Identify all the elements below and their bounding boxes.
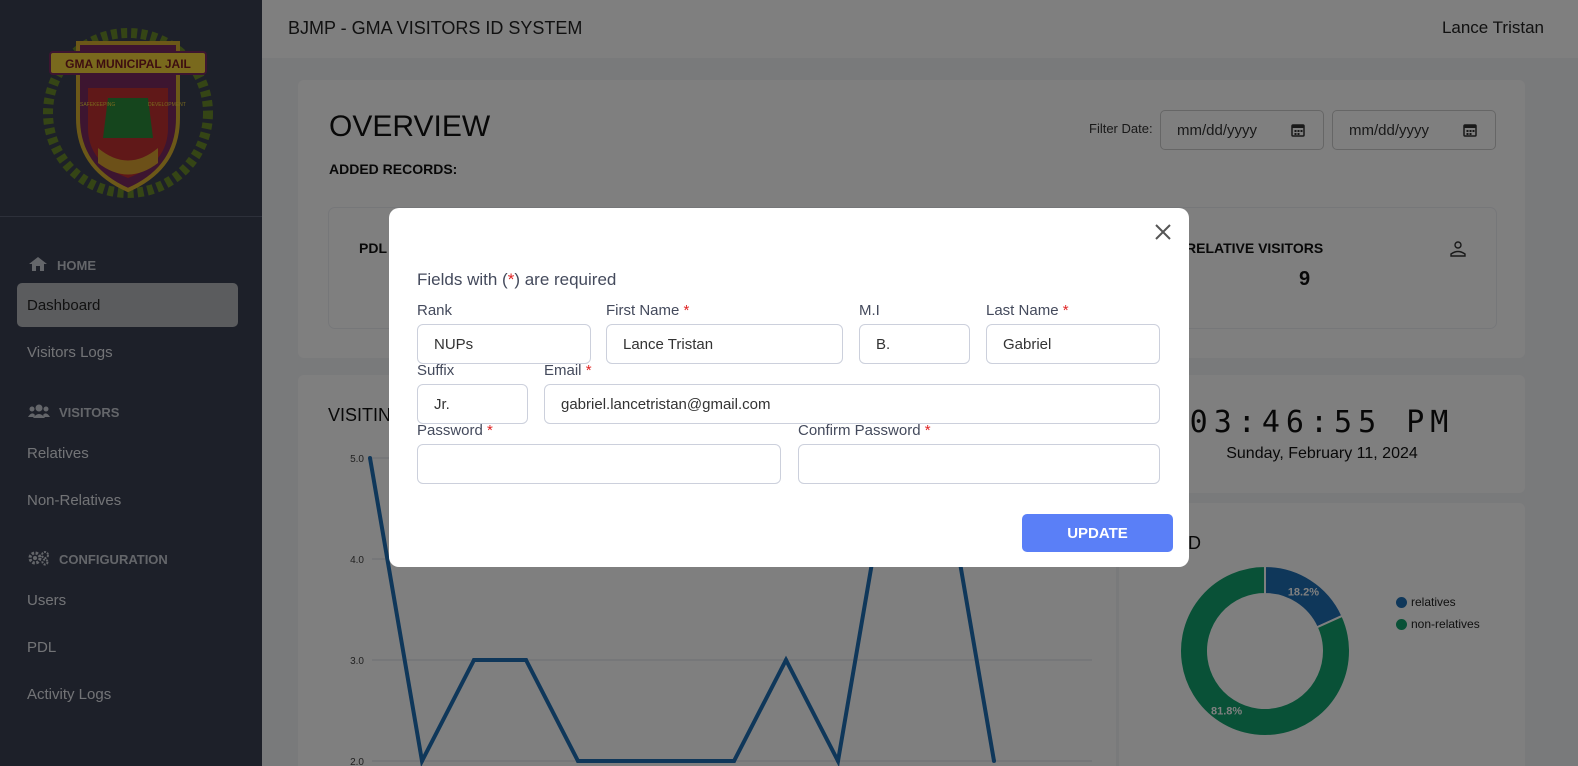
email-field[interactable] xyxy=(544,384,1160,424)
update-user-modal: Fields with (*) are required Rank First … xyxy=(389,208,1189,567)
required-note-prefix: Fields with ( xyxy=(417,270,508,289)
suffix-label: Suffix xyxy=(417,362,455,379)
update-button[interactable]: UPDATE xyxy=(1022,514,1173,552)
password-label: Password * xyxy=(417,422,493,439)
rank-label: Rank xyxy=(417,302,453,319)
rank-field[interactable] xyxy=(417,324,591,364)
confirm-password-label: Confirm Password * xyxy=(798,422,931,439)
password-field[interactable] xyxy=(417,444,781,484)
last-name-label: Last Name * xyxy=(986,302,1069,319)
email-label: Email * xyxy=(544,362,592,379)
mi-field[interactable] xyxy=(859,324,970,364)
last-name-field[interactable] xyxy=(986,324,1160,364)
required-fields-note: Fields with (*) are required xyxy=(417,270,616,290)
first-name-field[interactable] xyxy=(606,324,843,364)
close-icon[interactable] xyxy=(1153,222,1173,242)
first-name-label: First Name * xyxy=(606,302,690,319)
confirm-password-field[interactable] xyxy=(798,444,1160,484)
suffix-field[interactable] xyxy=(417,384,528,424)
required-note-suffix: ) are required xyxy=(514,270,617,289)
mi-label: M.I xyxy=(859,302,880,319)
